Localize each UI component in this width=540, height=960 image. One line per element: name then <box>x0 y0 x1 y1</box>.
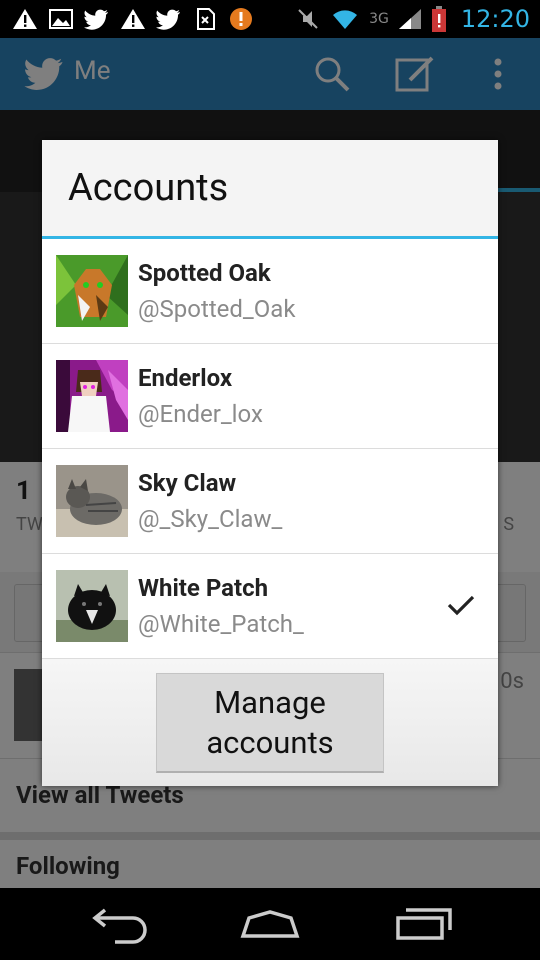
account-handle: @White_Patch_ <box>138 610 304 638</box>
avatar <box>56 570 128 642</box>
dialog-header: Accounts <box>42 140 498 236</box>
account-item-white-patch[interactable]: White Patch @White_Patch_ <box>42 554 498 659</box>
recent-apps-icon[interactable] <box>378 898 468 950</box>
account-name: Sky Claw <box>138 469 237 497</box>
network-type: 3G <box>369 11 389 27</box>
manage-accounts-button[interactable]: Manage accounts <box>156 673 384 773</box>
warning-icon <box>230 8 252 30</box>
notification-icons <box>12 6 254 32</box>
accounts-dialog: Accounts Spotted Oak @Spotted_Oak Enderl… <box>42 140 498 786</box>
avatar <box>56 360 128 432</box>
home-icon[interactable] <box>225 898 315 950</box>
account-name: White Patch <box>138 574 269 602</box>
account-name: Spotted Oak <box>138 259 271 287</box>
account-item-spotted-oak[interactable]: Spotted Oak @Spotted_Oak <box>42 239 498 344</box>
account-handle: @_Sky_Claw_ <box>138 505 283 533</box>
clock: 12:20 <box>460 5 530 33</box>
avatar <box>56 255 128 327</box>
alert-icon <box>13 9 37 29</box>
account-handle: @Ender_lox <box>138 400 263 428</box>
account-handle: @Spotted_Oak <box>138 295 296 323</box>
alert-icon <box>121 9 145 29</box>
image-icon <box>49 9 73 29</box>
manage-accounts-label: Manage accounts <box>206 683 334 761</box>
dialog-title: Accounts <box>68 166 229 210</box>
dialog-footer: Manage accounts <box>42 659 498 786</box>
status-bar: 3G 12:20 <box>0 0 540 38</box>
checkmark-icon <box>447 595 475 616</box>
account-item-enderlox[interactable]: Enderlox @Ender_lox <box>42 344 498 449</box>
back-icon[interactable] <box>75 898 165 950</box>
account-item-sky-claw[interactable]: Sky Claw @_Sky_Claw_ <box>42 449 498 554</box>
wifi-icon <box>333 10 358 29</box>
system-icons: 3G 12:20 <box>295 4 530 34</box>
signal-icon <box>398 9 421 29</box>
account-name: Enderlox <box>138 364 233 392</box>
avatar <box>56 465 128 537</box>
battery-icon <box>431 6 446 32</box>
twitter-icon <box>156 9 180 30</box>
account-list: Spotted Oak @Spotted_Oak Enderlox @Ender… <box>42 239 498 659</box>
navigation-bar <box>0 888 540 960</box>
mute-icon <box>298 9 318 29</box>
sim-icon <box>197 8 215 30</box>
twitter-icon <box>84 9 108 30</box>
